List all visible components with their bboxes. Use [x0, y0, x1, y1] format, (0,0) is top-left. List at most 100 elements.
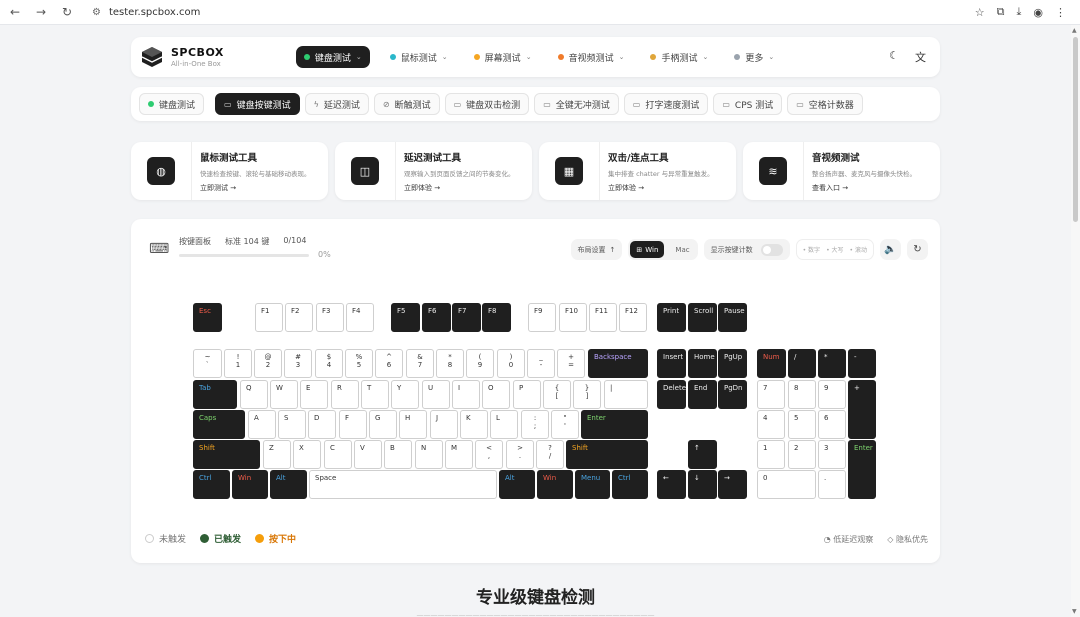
key-period[interactable]: >. [506, 440, 534, 469]
kebab-menu-icon[interactable]: ⋮ [1055, 6, 1066, 19]
key-lbracket[interactable]: {[ [543, 380, 571, 409]
key-f3[interactable]: F3 [316, 303, 344, 332]
nav-mouse-test[interactable]: 鼠标测试 ⌄ [384, 46, 454, 68]
key-num-plus[interactable]: + [848, 380, 876, 439]
nav-gamepad-test[interactable]: 手柄测试 ⌄ [644, 46, 714, 68]
key-scroll[interactable]: Scroll [688, 303, 717, 332]
key-enter[interactable]: Enter [581, 410, 648, 439]
key-insert[interactable]: Insert [657, 349, 686, 378]
key-s[interactable]: S [278, 410, 306, 439]
key-arrow-right[interactable]: → [718, 470, 747, 499]
key-num-5[interactable]: 5 [788, 410, 816, 439]
key-w[interactable]: W [270, 380, 298, 409]
key-h[interactable]: H [399, 410, 427, 439]
key-c[interactable]: C [324, 440, 352, 469]
brand[interactable]: SPCBOX All-in-One Box [171, 46, 224, 68]
key-m[interactable]: M [445, 440, 473, 469]
key-5[interactable]: % 5 [345, 349, 373, 378]
key-k[interactable]: K [460, 410, 488, 439]
key-num-0[interactable]: 0 [757, 470, 816, 499]
os-mac-option[interactable]: Mac [666, 241, 695, 258]
nav-av-test[interactable]: 音视频测试 ⌄ [552, 46, 631, 68]
subnav-home[interactable]: 键盘测试 [139, 93, 205, 115]
sound-icon[interactable]: 🔈 [880, 239, 901, 260]
layout-settings-button[interactable]: 布局设置 ↑ [570, 239, 623, 260]
key-rwin[interactable]: Win [537, 470, 573, 499]
tab-latency-test[interactable]: ϟ 延迟测试 [304, 93, 369, 115]
tool-link[interactable]: 立即测试 → [200, 183, 311, 193]
key-lalt[interactable]: Alt [270, 470, 307, 499]
key-p[interactable]: P [513, 380, 541, 409]
tool-card-mouse[interactable]: ◍ 鼠标测试工具 快速检查按键、滚轮与基础移动表现。 立即测试 → [131, 142, 328, 200]
key-r[interactable]: R [331, 380, 359, 409]
tab-touch-test[interactable]: ⊘ 断触测试 [373, 93, 440, 115]
scroll-up-icon[interactable]: ▲ [1072, 27, 1077, 34]
key-f12[interactable]: F12 [619, 303, 647, 332]
key-rbracket[interactable]: }] [573, 380, 601, 409]
tool-card-av[interactable]: ≋ 音视频测试 整合扬声器、麦克风与摄像头快检。 查看入口 → [743, 142, 940, 200]
key-lctrl[interactable]: Ctrl [193, 470, 230, 499]
key-t[interactable]: T [361, 380, 389, 409]
key-1[interactable]: ! 1 [224, 349, 252, 378]
profile-icon[interactable]: ◉ [1033, 6, 1043, 19]
key-q[interactable]: Q [240, 380, 268, 409]
site-settings-icon[interactable]: ⚙ [92, 7, 101, 18]
key-v[interactable]: V [354, 440, 382, 469]
os-win-option[interactable]: ⊞ Win [630, 241, 665, 258]
key-num-7[interactable]: 7 [757, 380, 785, 409]
key-u[interactable]: U [422, 380, 450, 409]
nav-more[interactable]: 更多 ⌄ [728, 46, 780, 68]
key-num-3[interactable]: 3 [818, 440, 846, 469]
key-num-2[interactable]: 2 [788, 440, 816, 469]
key-6[interactable]: ^ 6 [375, 349, 403, 378]
key-rctrl[interactable]: Ctrl [612, 470, 648, 499]
scroll-down-icon[interactable]: ▼ [1072, 608, 1077, 615]
key-f9[interactable]: F9 [528, 303, 556, 332]
nav-keyboard-test[interactable]: 键盘测试 ⌄ [295, 46, 370, 68]
reload-icon[interactable]: ↻ [56, 1, 78, 23]
key-home[interactable]: Home [688, 349, 717, 378]
tool-link[interactable]: 立即体验 → [404, 183, 515, 193]
translate-icon[interactable]: 文 [915, 49, 926, 65]
key-l[interactable]: L [490, 410, 518, 439]
key-print[interactable]: Print [657, 303, 686, 332]
page-scrollbar[interactable]: ▲ ▼ [1071, 25, 1080, 617]
address-bar[interactable]: ⚙ tester.spcbox.com [92, 7, 200, 18]
key-j[interactable]: J [430, 410, 458, 439]
key-f[interactable]: F [339, 410, 367, 439]
key-o[interactable]: O [482, 380, 510, 409]
tool-link[interactable]: 立即体验 → [608, 183, 714, 193]
moon-icon[interactable]: ☾ [889, 49, 899, 65]
key-9[interactable]: (9 [466, 349, 494, 378]
key-lshift[interactable]: Shift [193, 440, 260, 469]
key-f5[interactable]: F5 [391, 303, 420, 332]
key-backspace[interactable]: Backspace [588, 349, 648, 378]
key-f7[interactable]: F7 [452, 303, 481, 332]
key-pgup[interactable]: PgUp [718, 349, 747, 378]
tab-key-test[interactable]: ▭ 键盘按键测试 [215, 93, 300, 115]
key-num-enter[interactable]: Enter [848, 440, 876, 499]
key-backslash[interactable]: | [604, 380, 648, 409]
key-delete[interactable]: Delete [657, 380, 686, 409]
key-num-minus[interactable]: - [848, 349, 876, 378]
refresh-icon[interactable]: ↻ [907, 239, 928, 260]
key-3[interactable]: #3 [284, 349, 312, 378]
key-lwin[interactable]: Win [232, 470, 268, 499]
key-semicolon[interactable]: :; [521, 410, 549, 439]
key-pgdn[interactable]: PgDn [718, 380, 747, 409]
key-num-4[interactable]: 4 [757, 410, 785, 439]
key-pause[interactable]: Pause [718, 303, 747, 332]
key-arrow-left[interactable]: ← [657, 470, 686, 499]
arrow-right-icon[interactable]: → [30, 1, 52, 23]
key-2[interactable]: @2 [254, 349, 282, 378]
extensions-icon[interactable]: ⧉ [997, 5, 1005, 19]
nav-screen-test[interactable]: 屏幕测试 ⌄ [468, 46, 538, 68]
scrollbar-thumb[interactable] [1073, 37, 1078, 222]
key-tab[interactable]: Tab [193, 380, 237, 409]
key-f10[interactable]: F10 [559, 303, 587, 332]
key-i[interactable]: I [452, 380, 480, 409]
key-y[interactable]: Y [391, 380, 419, 409]
key-ralt[interactable]: Alt [499, 470, 535, 499]
tool-link[interactable]: 查看入口 → [812, 183, 916, 193]
key-f8[interactable]: F8 [482, 303, 511, 332]
